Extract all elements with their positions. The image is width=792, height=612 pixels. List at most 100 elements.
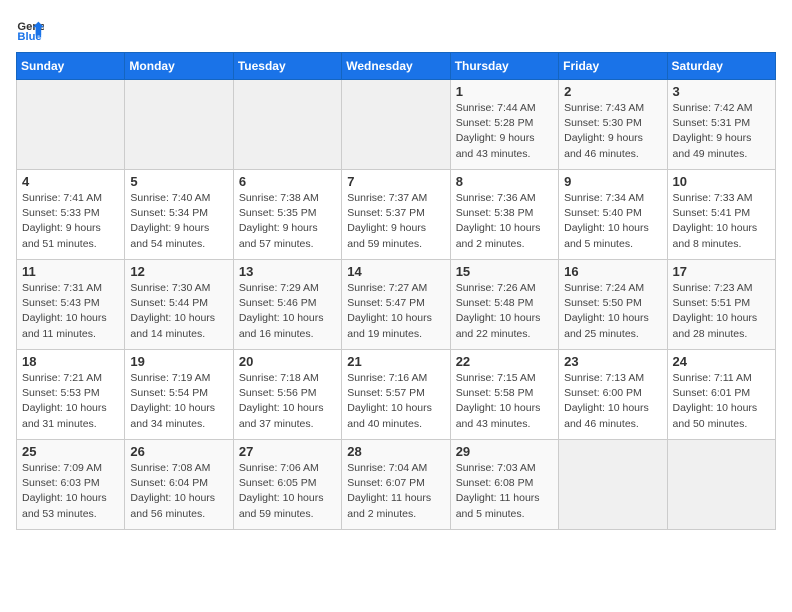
day-number: 19 — [130, 354, 227, 369]
calendar-body: 1 Sunrise: 7:44 AMSunset: 5:28 PMDaylight… — [17, 80, 776, 530]
day-number: 29 — [456, 444, 553, 459]
day-info: Sunrise: 7:34 AMSunset: 5:40 PMDaylight:… — [564, 191, 661, 252]
day-number: 8 — [456, 174, 553, 189]
day-number: 27 — [239, 444, 336, 459]
calendar-week-4: 25Sunrise: 7:09 AMSunset: 6:03 PMDayligh… — [17, 440, 776, 530]
day-info: Sunrise: 7:06 AMSunset: 6:05 PMDaylight:… — [239, 461, 336, 522]
calendar-cell: 11 Sunrise: 7:31 AMSunset: 5:43 PMDayligh… — [17, 260, 125, 350]
day-info: Sunrise: 7:13 AMSunset: 6:00 PMDaylight:… — [564, 371, 661, 432]
day-number: 4 — [22, 174, 119, 189]
day-number: 20 — [239, 354, 336, 369]
calendar-cell: 23 Sunrise: 7:13 AMSunset: 6:00 PMDayligh… — [559, 350, 667, 440]
calendar-week-0: 1 Sunrise: 7:44 AMSunset: 5:28 PMDaylight… — [17, 80, 776, 170]
day-info: Sunrise: 7:44 AMSunset: 5:28 PMDaylight:… — [456, 101, 553, 162]
calendar-cell — [342, 80, 450, 170]
day-number: 18 — [22, 354, 119, 369]
day-number: 21 — [347, 354, 444, 369]
day-number: 5 — [130, 174, 227, 189]
logo: General Blue — [16, 16, 48, 44]
calendar-cell: 24 Sunrise: 7:11 AMSunset: 6:01 PMDayligh… — [667, 350, 775, 440]
day-number: 15 — [456, 264, 553, 279]
calendar-week-1: 4 Sunrise: 7:41 AMSunset: 5:33 PMDaylight… — [17, 170, 776, 260]
day-number: 6 — [239, 174, 336, 189]
day-info: Sunrise: 7:42 AMSunset: 5:31 PMDaylight:… — [673, 101, 770, 162]
calendar-cell: 5 Sunrise: 7:40 AMSunset: 5:34 PMDaylight… — [125, 170, 233, 260]
calendar-cell: 7 Sunrise: 7:37 AMSunset: 5:37 PMDaylight… — [342, 170, 450, 260]
calendar-cell: 20 Sunrise: 7:18 AMSunset: 5:56 PMDayligh… — [233, 350, 341, 440]
calendar-cell: 18Sunrise: 7:21 AMSunset: 5:53 PMDayligh… — [17, 350, 125, 440]
calendar-cell — [667, 440, 775, 530]
day-number: 3 — [673, 84, 770, 99]
day-number: 16 — [564, 264, 661, 279]
page-header: General Blue — [16, 16, 776, 44]
calendar-cell: 10 Sunrise: 7:33 AMSunset: 5:41 PMDayligh… — [667, 170, 775, 260]
calendar-cell: 27 Sunrise: 7:06 AMSunset: 6:05 PMDayligh… — [233, 440, 341, 530]
day-info: Sunrise: 7:03 AMSunset: 6:08 PMDaylight:… — [456, 461, 553, 522]
calendar-cell: 13 Sunrise: 7:29 AMSunset: 5:46 PMDayligh… — [233, 260, 341, 350]
day-info: Sunrise: 7:29 AMSunset: 5:46 PMDaylight:… — [239, 281, 336, 342]
calendar-cell: 1 Sunrise: 7:44 AMSunset: 5:28 PMDaylight… — [450, 80, 558, 170]
calendar-cell: 8 Sunrise: 7:36 AMSunset: 5:38 PMDaylight… — [450, 170, 558, 260]
logo-icon: General Blue — [16, 16, 44, 44]
day-info: Sunrise: 7:33 AMSunset: 5:41 PMDaylight:… — [673, 191, 770, 252]
day-number: 24 — [673, 354, 770, 369]
col-header-monday: Monday — [125, 53, 233, 80]
day-info: Sunrise: 7:37 AMSunset: 5:37 PMDaylight:… — [347, 191, 444, 252]
day-info: Sunrise: 7:23 AMSunset: 5:51 PMDaylight:… — [673, 281, 770, 342]
calendar-cell: 6Sunrise: 7:38 AMSunset: 5:35 PMDaylight… — [233, 170, 341, 260]
day-info: Sunrise: 7:16 AMSunset: 5:57 PMDaylight:… — [347, 371, 444, 432]
day-number: 2 — [564, 84, 661, 99]
day-info: Sunrise: 7:09 AMSunset: 6:03 PMDaylight:… — [22, 461, 119, 522]
calendar-header-row: SundayMondayTuesdayWednesdayThursdayFrid… — [17, 53, 776, 80]
day-number: 23 — [564, 354, 661, 369]
calendar-cell: 12Sunrise: 7:30 AMSunset: 5:44 PMDayligh… — [125, 260, 233, 350]
calendar-cell: 9 Sunrise: 7:34 AMSunset: 5:40 PMDaylight… — [559, 170, 667, 260]
day-number: 11 — [22, 264, 119, 279]
day-info: Sunrise: 7:27 AMSunset: 5:47 PMDaylight:… — [347, 281, 444, 342]
calendar-cell: 14 Sunrise: 7:27 AMSunset: 5:47 PMDayligh… — [342, 260, 450, 350]
day-info: Sunrise: 7:04 AMSunset: 6:07 PMDaylight:… — [347, 461, 444, 522]
day-number: 17 — [673, 264, 770, 279]
day-info: Sunrise: 7:40 AMSunset: 5:34 PMDaylight:… — [130, 191, 227, 252]
calendar-cell — [125, 80, 233, 170]
day-number: 13 — [239, 264, 336, 279]
calendar-cell: 21 Sunrise: 7:16 AMSunset: 5:57 PMDayligh… — [342, 350, 450, 440]
calendar-cell: 28 Sunrise: 7:04 AMSunset: 6:07 PMDayligh… — [342, 440, 450, 530]
day-number: 7 — [347, 174, 444, 189]
day-number: 22 — [456, 354, 553, 369]
day-info: Sunrise: 7:36 AMSunset: 5:38 PMDaylight:… — [456, 191, 553, 252]
day-number: 10 — [673, 174, 770, 189]
day-info: Sunrise: 7:26 AMSunset: 5:48 PMDaylight:… — [456, 281, 553, 342]
col-header-saturday: Saturday — [667, 53, 775, 80]
calendar-cell: 25Sunrise: 7:09 AMSunset: 6:03 PMDayligh… — [17, 440, 125, 530]
calendar-cell: 22 Sunrise: 7:15 AMSunset: 5:58 PMDayligh… — [450, 350, 558, 440]
calendar-cell: 15 Sunrise: 7:26 AMSunset: 5:48 PMDayligh… — [450, 260, 558, 350]
day-info: Sunrise: 7:08 AMSunset: 6:04 PMDaylight:… — [130, 461, 227, 522]
day-info: Sunrise: 7:15 AMSunset: 5:58 PMDaylight:… — [456, 371, 553, 432]
col-header-tuesday: Tuesday — [233, 53, 341, 80]
col-header-friday: Friday — [559, 53, 667, 80]
calendar-cell — [233, 80, 341, 170]
calendar-week-3: 18Sunrise: 7:21 AMSunset: 5:53 PMDayligh… — [17, 350, 776, 440]
day-info: Sunrise: 7:43 AMSunset: 5:30 PMDaylight:… — [564, 101, 661, 162]
calendar-week-2: 11 Sunrise: 7:31 AMSunset: 5:43 PMDayligh… — [17, 260, 776, 350]
calendar-cell — [559, 440, 667, 530]
calendar-cell: 4 Sunrise: 7:41 AMSunset: 5:33 PMDaylight… — [17, 170, 125, 260]
day-info: Sunrise: 7:18 AMSunset: 5:56 PMDaylight:… — [239, 371, 336, 432]
day-number: 9 — [564, 174, 661, 189]
day-info: Sunrise: 7:31 AMSunset: 5:43 PMDaylight:… — [22, 281, 119, 342]
calendar-cell: 29 Sunrise: 7:03 AMSunset: 6:08 PMDayligh… — [450, 440, 558, 530]
day-info: Sunrise: 7:11 AMSunset: 6:01 PMDaylight:… — [673, 371, 770, 432]
day-number: 1 — [456, 84, 553, 99]
day-info: Sunrise: 7:41 AMSunset: 5:33 PMDaylight:… — [22, 191, 119, 252]
day-info: Sunrise: 7:19 AMSunset: 5:54 PMDaylight:… — [130, 371, 227, 432]
calendar-cell: 19 Sunrise: 7:19 AMSunset: 5:54 PMDayligh… — [125, 350, 233, 440]
calendar-cell: 16Sunrise: 7:24 AMSunset: 5:50 PMDayligh… — [559, 260, 667, 350]
day-number: 14 — [347, 264, 444, 279]
day-number: 12 — [130, 264, 227, 279]
col-header-thursday: Thursday — [450, 53, 558, 80]
day-number: 28 — [347, 444, 444, 459]
col-header-sunday: Sunday — [17, 53, 125, 80]
calendar-cell: 17 Sunrise: 7:23 AMSunset: 5:51 PMDayligh… — [667, 260, 775, 350]
calendar-cell: 26Sunrise: 7:08 AMSunset: 6:04 PMDayligh… — [125, 440, 233, 530]
